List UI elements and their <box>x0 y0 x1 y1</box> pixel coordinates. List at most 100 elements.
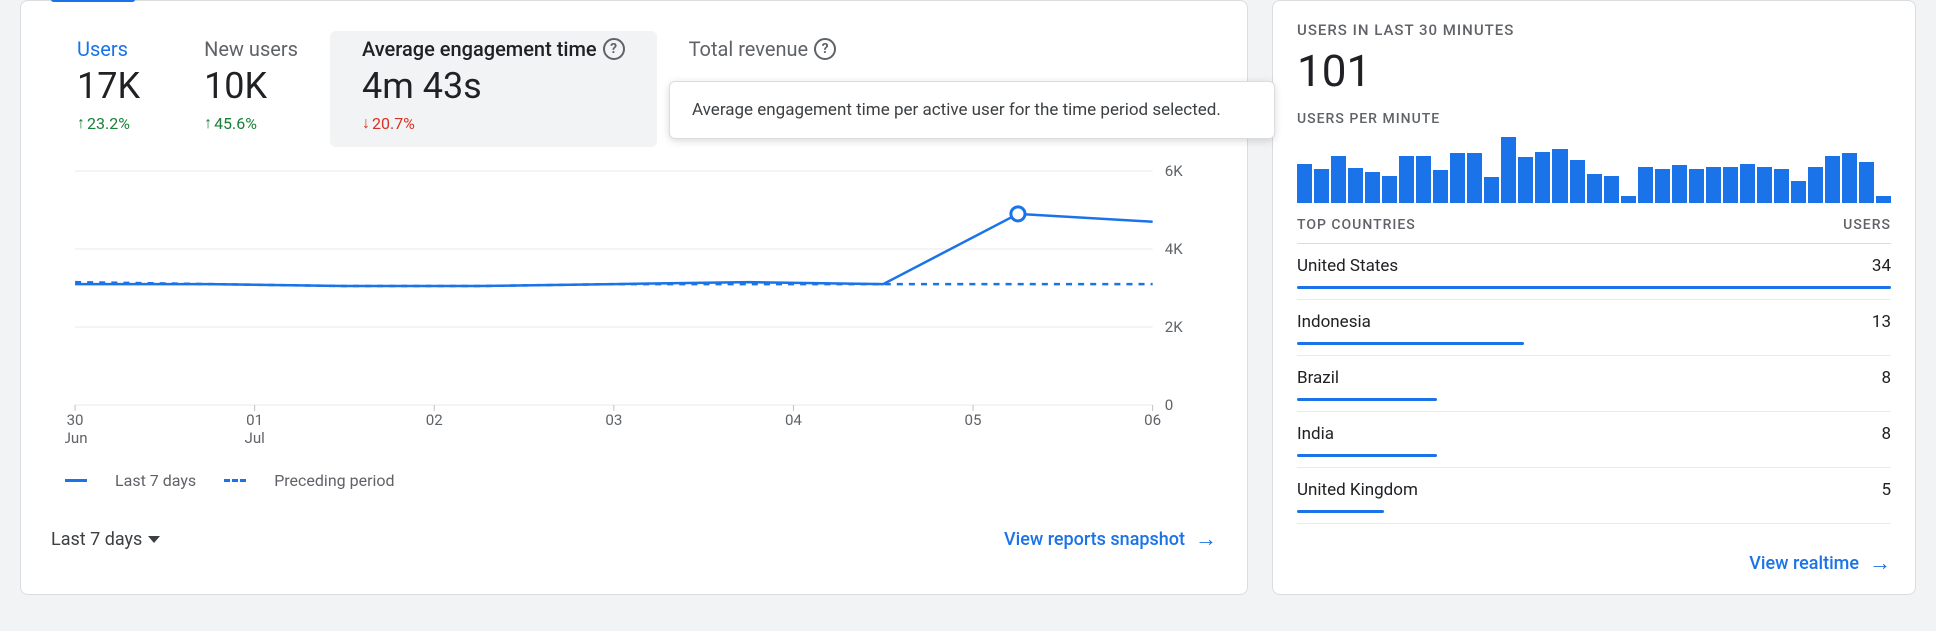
svg-text:05: 05 <box>965 411 982 429</box>
minute-bar <box>1859 162 1874 203</box>
svg-text:Jul: Jul <box>244 429 264 447</box>
minute-bar <box>1587 174 1602 203</box>
country-users: 8 <box>1881 368 1891 388</box>
metric-label: New users <box>204 37 298 61</box>
svg-text:03: 03 <box>605 411 622 429</box>
minute-bar <box>1552 149 1567 203</box>
countries-table: United States34Indonesia13Brazil8India8U… <box>1297 244 1891 524</box>
minute-bar <box>1399 156 1414 203</box>
range-selector-label: Last 7 days <box>51 529 142 550</box>
arrow-right-icon: → <box>1195 526 1217 552</box>
metric-change: 23.2% <box>77 113 140 133</box>
help-icon[interactable]: ? <box>814 38 836 60</box>
arrow-up-icon <box>204 113 212 133</box>
tooltip: Average engagement time per active user … <box>669 81 1275 139</box>
minute-bar <box>1348 168 1363 203</box>
country-bar <box>1297 398 1437 401</box>
realtime-user-count: 101 <box>1297 45 1891 97</box>
legend-swatch-dash <box>224 479 246 482</box>
svg-text:04: 04 <box>785 411 803 429</box>
chart-legend: Last 7 days Preceding period <box>45 463 1223 490</box>
country-name: India <box>1297 424 1334 444</box>
country-row[interactable]: India8 <box>1297 412 1891 468</box>
minute-bar <box>1842 153 1857 203</box>
svg-text:0: 0 <box>1165 396 1173 414</box>
country-name: Brazil <box>1297 368 1339 388</box>
active-tab-indicator <box>51 0 135 2</box>
metric-change: 45.6% <box>204 113 298 133</box>
minute-bar <box>1467 153 1482 203</box>
country-name: United Kingdom <box>1297 480 1418 500</box>
chevron-down-icon <box>148 536 160 543</box>
realtime-card: USERS IN LAST 30 MINUTES 101 USERS PER M… <box>1272 0 1916 595</box>
countries-table-head: TOP COUNTRIES USERS <box>1297 217 1891 244</box>
metric-label: Average engagement time? <box>362 37 625 61</box>
minute-bar <box>1570 160 1585 203</box>
metric-label: Users <box>77 37 140 61</box>
minute-bar <box>1689 169 1704 203</box>
svg-text:6K: 6K <box>1165 165 1184 180</box>
minute-bar <box>1382 176 1397 203</box>
svg-text:02: 02 <box>426 411 443 429</box>
arrow-up-icon <box>77 113 85 133</box>
minute-bar <box>1518 157 1533 203</box>
metric-tab-0[interactable]: Users17K 23.2% <box>45 31 172 147</box>
realtime-heading: USERS IN LAST 30 MINUTES <box>1297 21 1891 39</box>
legend-label-0: Last 7 days <box>115 471 196 490</box>
metric-value: 10K <box>204 65 298 107</box>
metric-label: Total revenue? <box>689 37 837 61</box>
metric-tab-2[interactable]: Average engagement time? 4m 43s 20.7% <box>330 31 657 147</box>
help-icon[interactable]: ? <box>603 38 625 60</box>
country-users: 34 <box>1872 256 1891 276</box>
users-per-minute-chart <box>1297 137 1891 203</box>
minute-bar <box>1621 196 1636 203</box>
country-users: 5 <box>1881 480 1891 500</box>
th-country: TOP COUNTRIES <box>1297 217 1416 233</box>
country-bar <box>1297 342 1524 345</box>
svg-text:Jun: Jun <box>65 429 88 447</box>
minute-bar <box>1331 156 1346 203</box>
country-bar <box>1297 286 1891 289</box>
metric-value: 4m 43s <box>362 65 625 107</box>
minute-bar <box>1433 170 1448 203</box>
country-row[interactable]: Brazil 8 <box>1297 356 1891 412</box>
minute-bar <box>1638 167 1653 203</box>
country-name: United States <box>1297 256 1398 276</box>
svg-text:01: 01 <box>246 411 263 429</box>
arrow-right-icon: → <box>1869 550 1891 576</box>
minute-bar <box>1297 164 1312 203</box>
svg-text:06: 06 <box>1144 411 1161 429</box>
minute-bar <box>1723 167 1738 203</box>
legend-swatch-solid <box>65 479 87 482</box>
country-bar <box>1297 454 1437 457</box>
minute-bar <box>1757 167 1772 203</box>
minute-bar <box>1314 169 1329 203</box>
link-label: View realtime <box>1749 553 1859 574</box>
country-row[interactable]: United States 34 <box>1297 244 1891 300</box>
country-row[interactable]: United Kingdom 5 <box>1297 468 1891 524</box>
range-selector[interactable]: Last 7 days <box>51 529 160 550</box>
minute-bar <box>1876 196 1891 203</box>
link-label: View reports snapshot <box>1004 529 1185 550</box>
metric-change: 20.7% <box>362 113 625 133</box>
line-chart: 02K4K6K30Jun01Jul0203040506 <box>65 165 1203 455</box>
minute-bar <box>1416 156 1431 203</box>
minute-bar <box>1808 167 1823 203</box>
minute-bar <box>1655 169 1670 203</box>
minute-bar <box>1365 172 1380 203</box>
view-reports-snapshot-link[interactable]: View reports snapshot → <box>1004 526 1217 552</box>
view-realtime-link[interactable]: View realtime → <box>1749 550 1891 576</box>
minute-bar <box>1791 181 1806 203</box>
minute-bar <box>1450 153 1465 203</box>
metric-tab-1[interactable]: New users 10K 45.6% <box>172 31 330 147</box>
minute-bar <box>1774 169 1789 203</box>
svg-text:30: 30 <box>67 411 84 429</box>
country-name: Indonesia <box>1297 312 1371 332</box>
overview-card: Users17K 23.2% New users 10K 45.6% Average … <box>20 0 1248 595</box>
minute-bar <box>1535 152 1550 203</box>
minute-bar <box>1672 165 1687 203</box>
minute-bar <box>1740 164 1755 203</box>
arrow-down-icon <box>362 113 370 133</box>
tooltip-text: Average engagement time per active user … <box>692 100 1221 120</box>
country-row[interactable]: Indonesia13 <box>1297 300 1891 356</box>
